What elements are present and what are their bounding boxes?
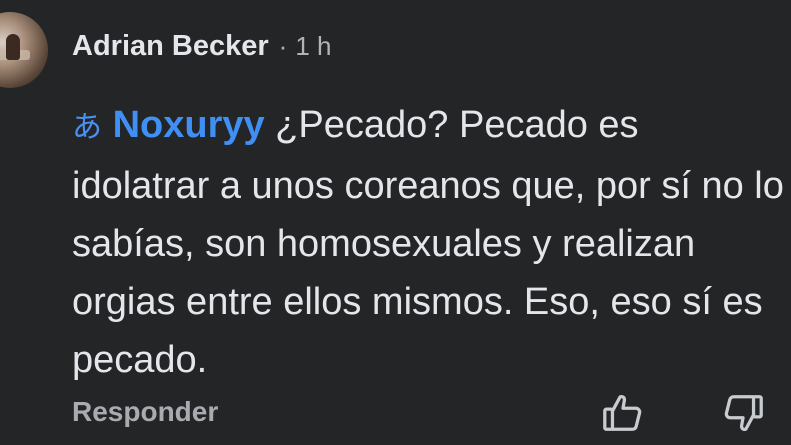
dislike-button[interactable]: [720, 390, 766, 436]
comment-body: あ Noxuryy ¿Pecado? Pecado es idolatrar a…: [72, 96, 784, 389]
avatar-figure: [6, 34, 20, 60]
mention-badge-icon: あ: [72, 110, 102, 145]
thumbs-up-icon: [603, 395, 642, 431]
thumbs-down-icon: [724, 395, 763, 431]
author-name[interactable]: Adrian Becker: [72, 30, 269, 63]
avatar[interactable]: [0, 12, 48, 88]
reply-button[interactable]: Responder: [72, 396, 218, 428]
separator-dot: ·: [278, 30, 288, 61]
like-button[interactable]: [600, 390, 646, 436]
comment-header: Adrian Becker · 1 h: [72, 28, 331, 64]
mention-link[interactable]: Noxuryy: [113, 104, 265, 146]
timestamp[interactable]: 1 h: [295, 31, 331, 62]
